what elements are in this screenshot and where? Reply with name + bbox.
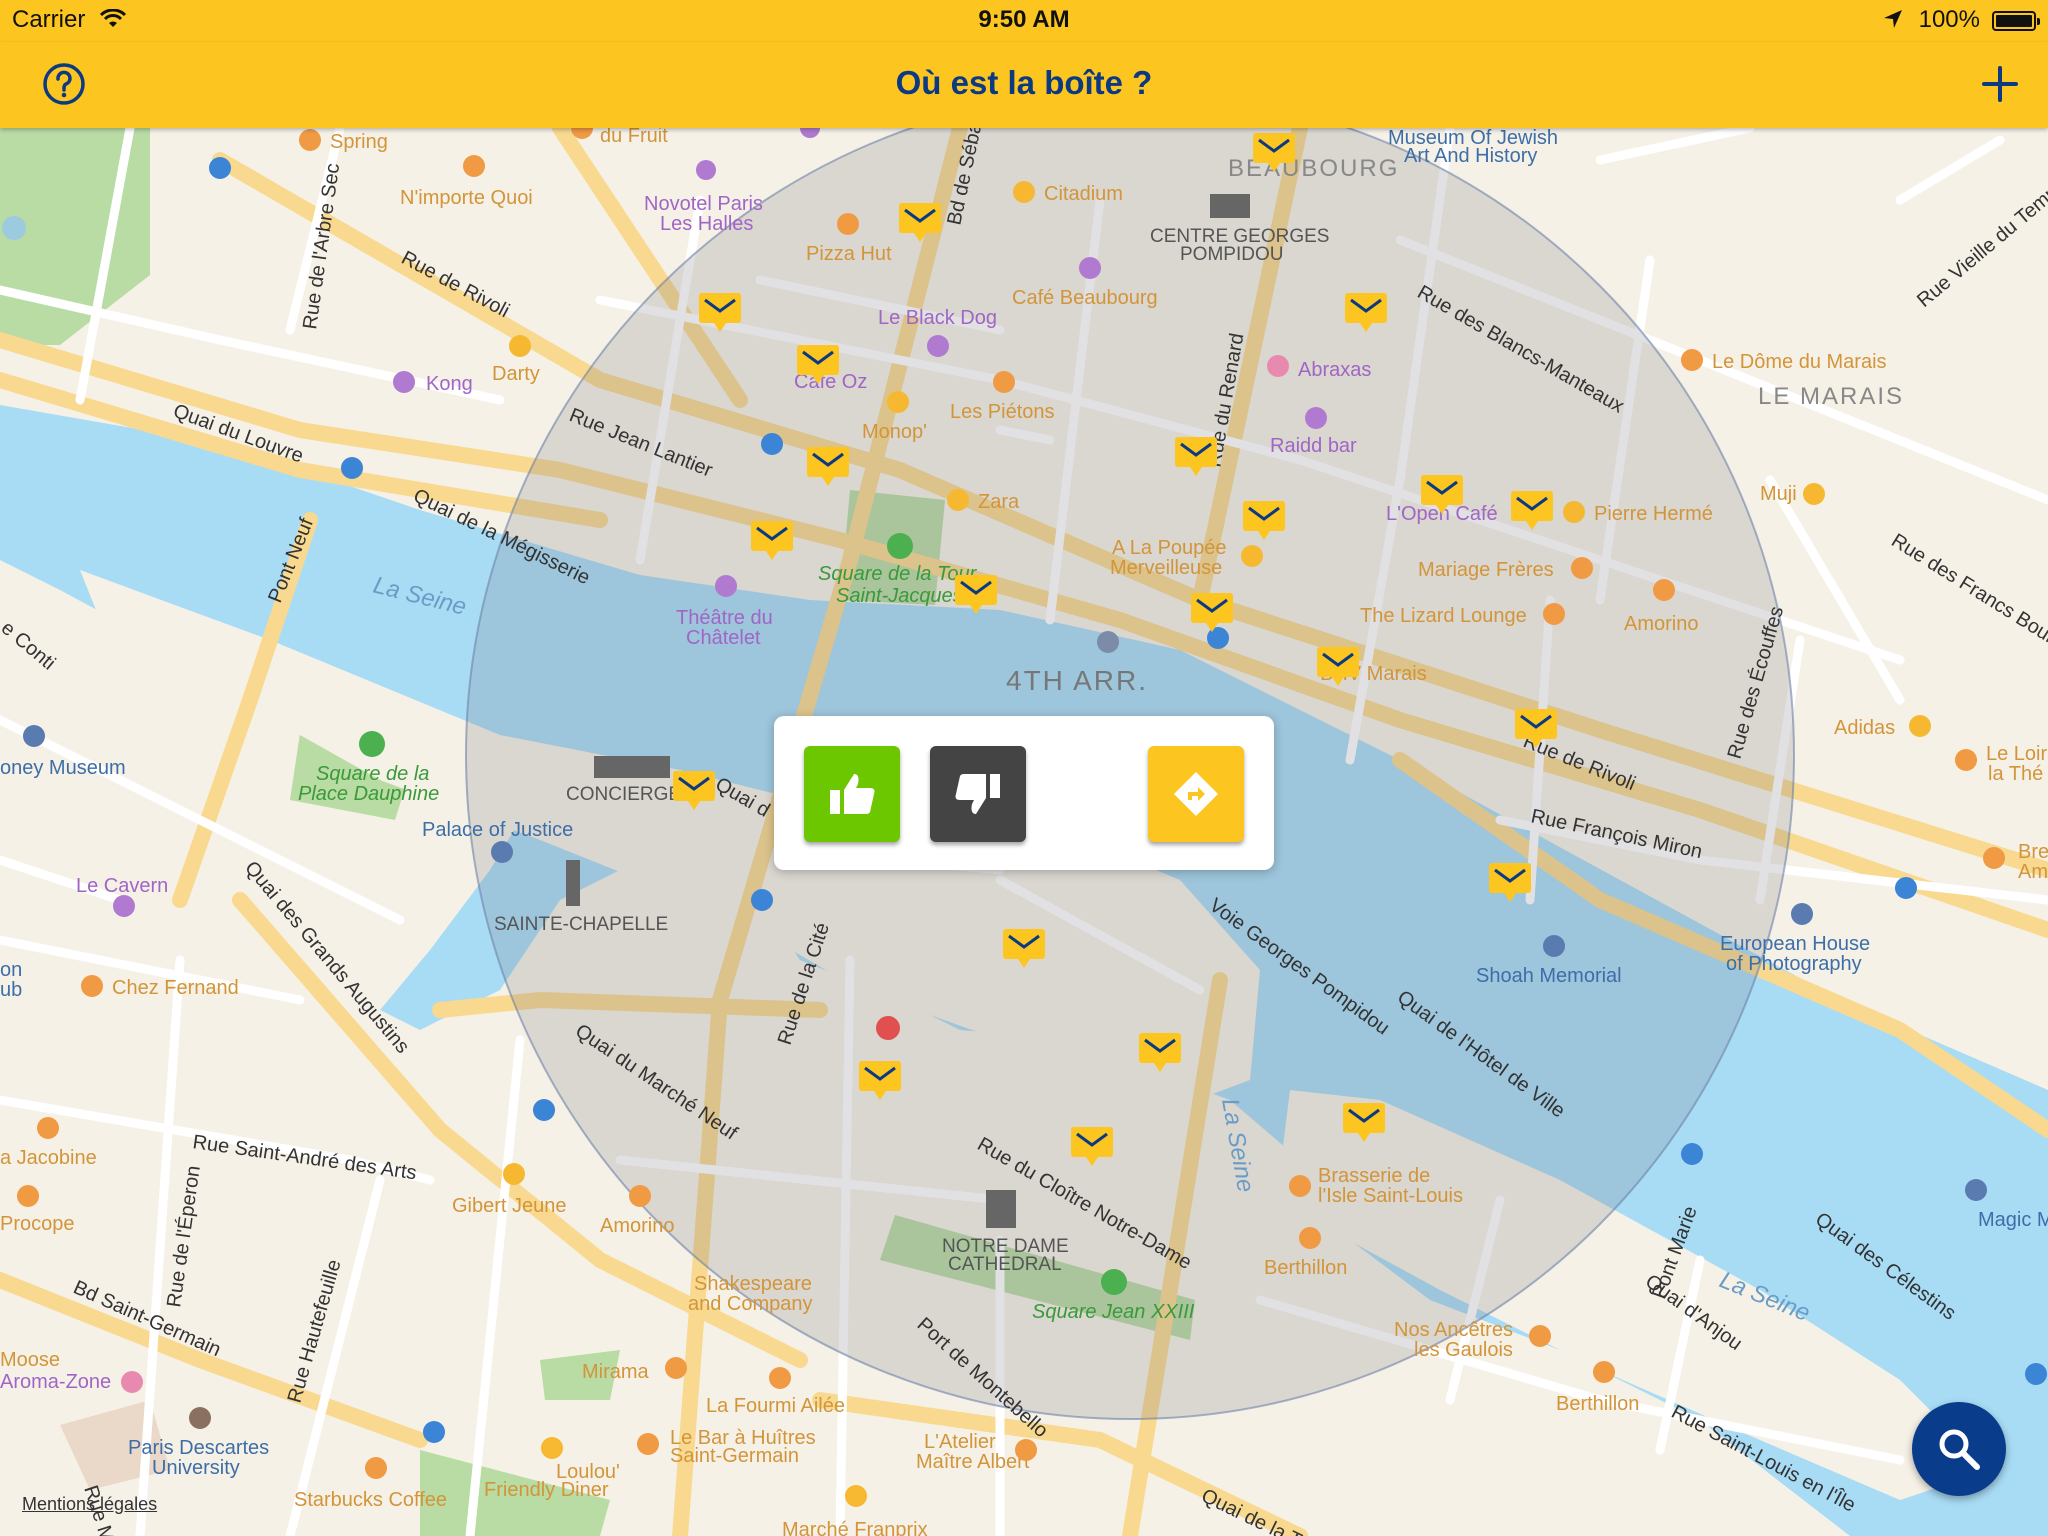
svg-text:Novotel Paris: Novotel Paris — [644, 193, 763, 215]
svg-text:The Lizard Lounge: The Lizard Lounge — [1360, 605, 1527, 627]
navigation-bar: Où est la boîte ? — [0, 42, 2048, 128]
svg-text:Muji: Muji — [1760, 483, 1797, 505]
svg-text:Bre: Bre — [2018, 841, 2048, 863]
svg-text:LE MARAIS: LE MARAIS — [1758, 383, 1904, 410]
svg-text:Pizza Hut: Pizza Hut — [806, 243, 892, 265]
svg-text:a Jacobine: a Jacobine — [0, 1147, 97, 1169]
svg-text:Square Jean XXIII: Square Jean XXIII — [1032, 1301, 1195, 1323]
svg-text:Les Halles: Les Halles — [660, 213, 753, 235]
svg-text:Moose: Moose — [0, 1349, 60, 1371]
svg-text:Am: Am — [2018, 861, 2048, 883]
svg-text:La Fourmi Ailée: La Fourmi Ailée — [706, 1395, 845, 1417]
svg-text:Maître Albert: Maître Albert — [916, 1451, 1030, 1473]
svg-text:Saint-Jacques: Saint-Jacques — [836, 585, 963, 607]
svg-text:ub: ub — [0, 979, 22, 1001]
svg-text:Merveilleuse: Merveilleuse — [1110, 557, 1222, 579]
svg-text:Chez Fernand: Chez Fernand — [112, 977, 239, 999]
svg-text:Citadium: Citadium — [1044, 183, 1123, 205]
svg-text:POMPIDOU: POMPIDOU — [1180, 244, 1283, 265]
svg-text:oney Museum: oney Museum — [0, 757, 126, 779]
search-icon — [1939, 1429, 1980, 1470]
svg-text:L'Atelier: L'Atelier — [924, 1431, 996, 1453]
svg-text:Darty: Darty — [492, 363, 540, 385]
svg-text:Spring: Spring — [330, 131, 388, 153]
svg-text:du Fruit: du Fruit — [600, 128, 668, 147]
thumbs-down-icon — [955, 774, 1000, 814]
thumbs-up-icon — [830, 774, 875, 814]
status-bar: Carrier 9:50 AM 100% — [0, 0, 2048, 42]
svg-text:Gibert Jeune: Gibert Jeune — [452, 1195, 567, 1217]
svg-text:Place Dauphine: Place Dauphine — [298, 783, 439, 805]
battery-percent: 100% — [1918, 6, 1980, 33]
legal-link[interactable]: Mentions légales — [22, 1494, 157, 1515]
svg-text:Magic Museum: Magic Museum — [1978, 1209, 2048, 1231]
svg-text:Friendly Diner: Friendly Diner — [484, 1479, 609, 1501]
svg-text:Châtelet: Châtelet — [686, 627, 761, 649]
svg-text:and Company: and Company — [688, 1293, 813, 1315]
svg-text:on: on — [0, 959, 22, 981]
svg-text:Aroma-Zone: Aroma-Zone — [0, 1371, 111, 1393]
svg-text:Les Piétons: Les Piétons — [950, 401, 1055, 423]
svg-text:Shoah Memorial: Shoah Memorial — [1476, 965, 1622, 987]
svg-text:University: University — [152, 1457, 240, 1479]
svg-text:Le Dôme du Marais: Le Dôme du Marais — [1712, 351, 1887, 373]
location-arrow-icon — [1884, 10, 1902, 28]
svg-text:Monop': Monop' — [862, 421, 927, 443]
svg-text:Shakespeare: Shakespeare — [694, 1273, 812, 1295]
search-button[interactable] — [1912, 1402, 2006, 1496]
svg-text:Saint-Germain: Saint-Germain — [670, 1445, 799, 1467]
svg-text:Square de la: Square de la — [316, 763, 429, 785]
svg-text:Procope: Procope — [0, 1213, 75, 1235]
svg-text:Berthillon: Berthillon — [1556, 1393, 1639, 1415]
svg-text:N'importe Quoi: N'importe Quoi — [400, 187, 533, 209]
svg-text:Le Black Dog: Le Black Dog — [878, 307, 997, 329]
svg-text:SAINTE-CHAPELLE: SAINTE-CHAPELLE — [494, 914, 668, 935]
svg-text:Adidas: Adidas — [1834, 717, 1895, 739]
svg-text:A La Poupée: A La Poupée — [1112, 537, 1227, 559]
svg-text:of Photography: of Photography — [1726, 953, 1862, 975]
svg-text:4TH ARR.: 4TH ARR. — [1006, 665, 1148, 696]
svg-text:Brasserie de: Brasserie de — [1318, 1165, 1430, 1187]
svg-text:Pierre Hermé: Pierre Hermé — [1594, 503, 1713, 525]
svg-text:Starbucks Coffee: Starbucks Coffee — [294, 1489, 447, 1511]
svg-text:Square de la Tour: Square de la Tour — [818, 563, 978, 585]
battery-icon — [1992, 11, 2040, 31]
svg-text:Le Loir: Le Loir — [1986, 743, 2047, 765]
svg-text:Le Cavern: Le Cavern — [76, 875, 168, 897]
mailbox-callout — [774, 716, 1274, 870]
svg-text:Café Beaubourg: Café Beaubourg — [1012, 287, 1158, 309]
svg-text:Palace of Justice: Palace of Justice — [422, 819, 573, 841]
clock: 9:50 AM — [978, 6, 1070, 33]
svg-text:Paris Descartes: Paris Descartes — [128, 1437, 269, 1459]
add-mailbox-button[interactable] — [1974, 58, 2026, 110]
svg-text:Raidd bar: Raidd bar — [1270, 435, 1357, 457]
svg-text:Amorino: Amorino — [600, 1215, 674, 1237]
svg-text:Kong: Kong — [426, 373, 473, 395]
svg-text:Marché Franprix: Marché Franprix — [782, 1519, 928, 1536]
svg-text:les Gaulois: les Gaulois — [1414, 1339, 1513, 1361]
svg-text:Abraxas: Abraxas — [1298, 359, 1371, 381]
page-title: Où est la boîte ? — [895, 64, 1153, 101]
svg-text:l'Isle Saint-Louis: l'Isle Saint-Louis — [1318, 1185, 1463, 1207]
directions-button[interactable] — [1148, 746, 1244, 842]
svg-text:Art And History: Art And History — [1404, 145, 1537, 167]
plus-icon — [1982, 66, 2018, 102]
like-button[interactable] — [804, 746, 900, 842]
svg-text:European House: European House — [1720, 933, 1870, 955]
svg-text:CATHEDRAL: CATHEDRAL — [948, 1254, 1062, 1275]
dislike-button[interactable] — [930, 746, 1026, 842]
svg-text:Mariage Frères: Mariage Frères — [1418, 559, 1554, 581]
svg-text:Amorino: Amorino — [1624, 613, 1698, 635]
svg-text:Théâtre du: Théâtre du — [676, 607, 773, 629]
svg-text:Mirama: Mirama — [582, 1361, 650, 1383]
svg-text:Zara: Zara — [978, 491, 1020, 513]
directions-arrow-icon — [1174, 772, 1218, 816]
svg-text:la Thé: la Thé — [1988, 763, 2043, 785]
svg-text:Nos Ancêtres: Nos Ancêtres — [1394, 1319, 1513, 1341]
svg-text:Berthillon: Berthillon — [1264, 1257, 1347, 1279]
